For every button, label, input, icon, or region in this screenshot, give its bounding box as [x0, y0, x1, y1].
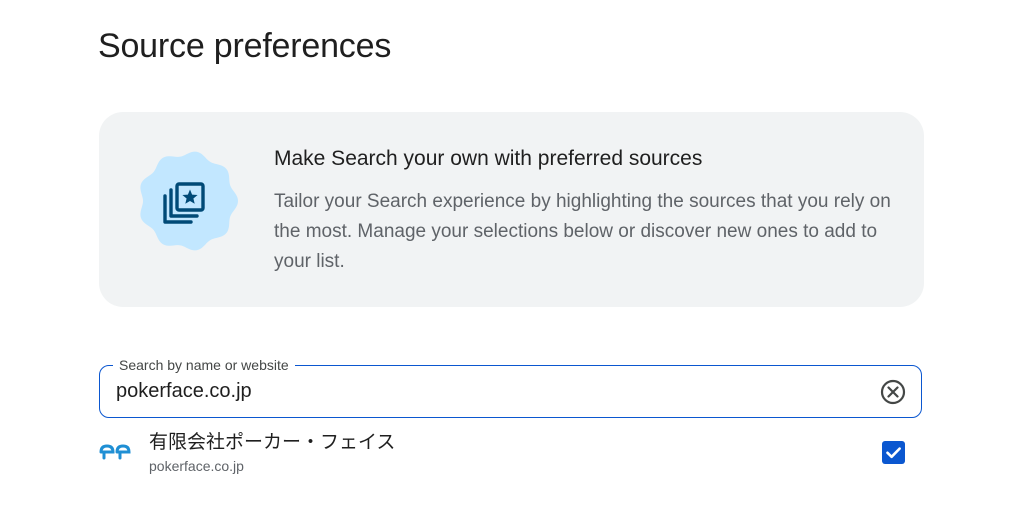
search-field[interactable]: Search by name or website [99, 357, 922, 418]
source-result-row[interactable]: 有限会社ポーカー・フェイス pokerface.co.jp [99, 428, 922, 478]
star-collection-icon [137, 150, 239, 252]
source-preferences-page: Source preferences Make Search your own … [0, 0, 1016, 527]
search-input[interactable] [116, 366, 856, 416]
source-name: 有限会社ポーカー・フェイス [149, 432, 396, 453]
source-url: pokerface.co.jp [149, 458, 244, 474]
checkmark-icon [886, 447, 901, 459]
info-card: Make Search your own with preferred sour… [99, 112, 924, 307]
info-card-title: Make Search your own with preferred sour… [274, 147, 703, 170]
clear-circle-icon [880, 379, 906, 405]
pp-logo-icon [99, 442, 133, 462]
info-card-description: Tailor your Search experience by highlig… [274, 191, 891, 272]
source-checkbox[interactable] [882, 441, 905, 464]
clear-search-button[interactable] [879, 378, 907, 406]
page-title: Source preferences [98, 27, 392, 65]
